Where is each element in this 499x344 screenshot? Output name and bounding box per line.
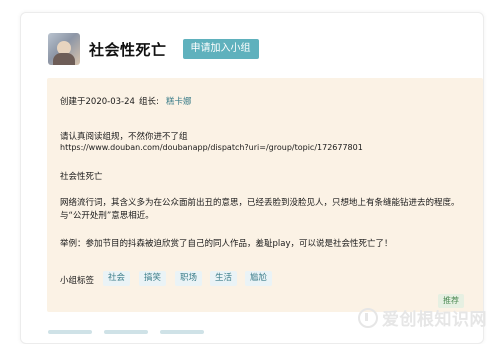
created-date: 创建于2020-03-24 xyxy=(60,97,135,107)
description-heading: 社会性死亡 xyxy=(60,172,103,182)
definition-line-2: 与“公开处刑”意思相近。 xyxy=(60,211,154,221)
avatar-body xyxy=(53,53,75,65)
leader-label: 组长: xyxy=(139,97,159,107)
join-group-button[interactable]: 申请加入小组 xyxy=(182,39,259,59)
watermark-text: 爱创根知识网 xyxy=(382,310,487,330)
tag-funny[interactable]: 搞笑 xyxy=(139,271,167,286)
group-info-panel: 创建于2020-03-24 组长: 糕卡娜 请认真阅读组规，不然你进不了组 ht… xyxy=(47,78,483,312)
tag-workplace[interactable]: 职场 xyxy=(175,271,203,286)
tag-awkward[interactable]: 尴尬 xyxy=(245,271,273,286)
group-header: 社会性死亡 申请加入小组 xyxy=(48,32,259,66)
definition-line-1: 网络流行词，其含义多为在公众面前出丑的意思，已经丢脸到没脸见人，只想地上有条缝能… xyxy=(60,198,460,208)
group-title: 社会性死亡 xyxy=(89,40,167,59)
group-avatar[interactable] xyxy=(48,33,80,65)
site-watermark: 爱创根知识网 xyxy=(358,305,487,330)
example-text: 举例：参加节目的抖森被迫欣赏了自己的同人作品，羞耻play，可以说是社会性死亡了… xyxy=(60,239,393,249)
tags-label: 小组标签 xyxy=(60,276,95,286)
bottom-tab-3[interactable] xyxy=(160,330,204,334)
bottom-tab-2[interactable] xyxy=(104,330,148,334)
tag-life[interactable]: 生活 xyxy=(210,271,238,286)
bottom-tab-1[interactable] xyxy=(48,330,92,334)
rules-notice: 请认真阅读组规，不然你进不了组 xyxy=(60,132,188,142)
leader-name-link[interactable]: 糕卡娜 xyxy=(166,95,192,107)
watermark-logo-icon xyxy=(358,307,378,328)
tag-social[interactable]: 社会 xyxy=(103,271,131,286)
bottom-nav-tabs xyxy=(48,330,204,334)
topic-url: https://www.douban.com/doubanapp/dispatc… xyxy=(60,143,363,152)
